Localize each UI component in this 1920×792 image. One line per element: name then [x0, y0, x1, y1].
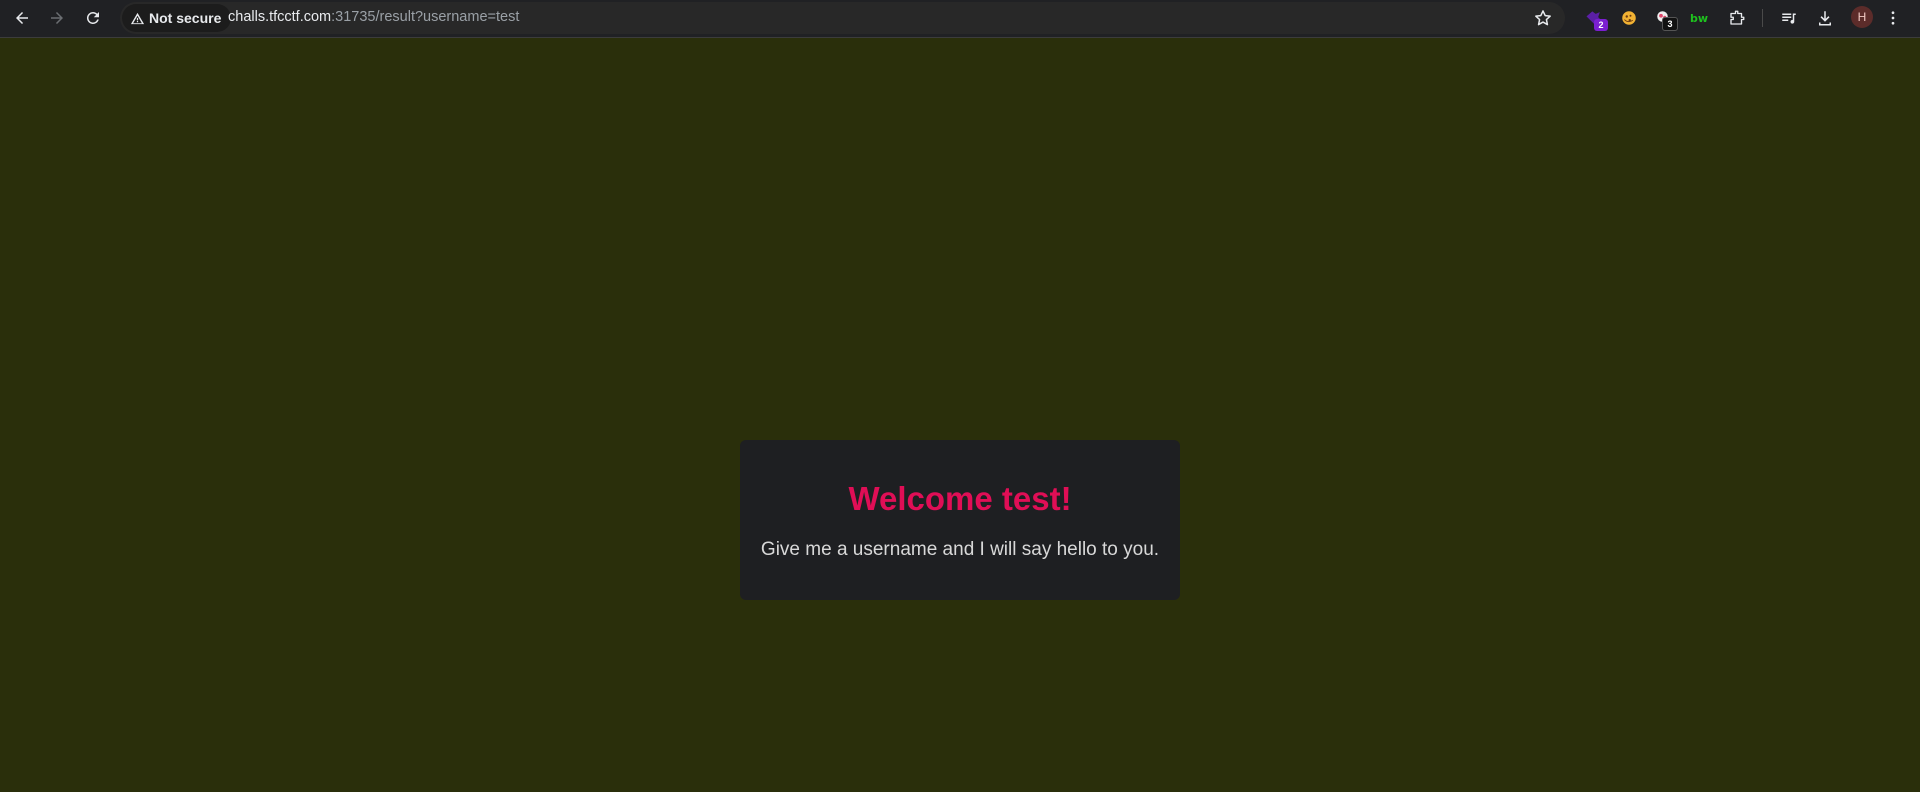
- download-icon: [1819, 11, 1831, 26]
- reload-icon: [86, 11, 99, 24]
- toolbar-divider: [1762, 9, 1763, 27]
- welcome-card: Welcome test! Give me a username and I w…: [740, 440, 1180, 600]
- security-label: Not secure: [149, 10, 222, 26]
- url-host: challs.tfcctf.com: [228, 9, 332, 25]
- clipper-ext-badge: 3: [1662, 17, 1678, 31]
- back-button[interactable]: [7, 3, 37, 33]
- bw-ext-icon: bw: [1689, 11, 1709, 25]
- bookmark-star-icon[interactable]: [1533, 8, 1553, 28]
- address-bar[interactable]: Not secure challs.tfcctf.com:31735/resul…: [120, 2, 1565, 34]
- playlist-icon: [1782, 13, 1796, 24]
- forward-button[interactable]: [42, 3, 72, 33]
- reload-button[interactable]: [78, 3, 108, 33]
- clipper-ext-button[interactable]: 3: [1651, 5, 1678, 31]
- downloads-button[interactable]: [1812, 5, 1838, 31]
- extensions-menu-button[interactable]: [1724, 5, 1750, 31]
- arrow-right-icon: [51, 12, 63, 24]
- arrow-left-icon: [16, 12, 28, 24]
- cookie-ext-icon: [1622, 11, 1636, 25]
- browser-menu-button[interactable]: [1880, 5, 1906, 31]
- puzzle-piece-icon: [1730, 10, 1745, 25]
- welcome-message: Give me a username and I will say hello …: [760, 539, 1160, 560]
- puzzle-ext-button[interactable]: 2: [1581, 5, 1608, 31]
- url-text[interactable]: challs.tfcctf.com:31735/result?username=…: [228, 9, 519, 25]
- cookie-ext-button[interactable]: [1616, 5, 1642, 31]
- kebab-menu-icon: [1891, 11, 1895, 25]
- bw-ext-button[interactable]: bw: [1686, 5, 1712, 31]
- url-path: :31735/result?username=test: [331, 9, 520, 25]
- browser-toolbar: Not secure challs.tfcctf.com:31735/resul…: [0, 0, 1920, 38]
- welcome-title: Welcome test!: [848, 480, 1072, 517]
- security-chip[interactable]: Not secure: [122, 4, 232, 32]
- profile-avatar[interactable]: H: [1851, 6, 1873, 28]
- media-controls-button[interactable]: [1776, 5, 1802, 31]
- warning-icon: [130, 12, 145, 24]
- puzzle-ext-badge: 2: [1594, 19, 1608, 31]
